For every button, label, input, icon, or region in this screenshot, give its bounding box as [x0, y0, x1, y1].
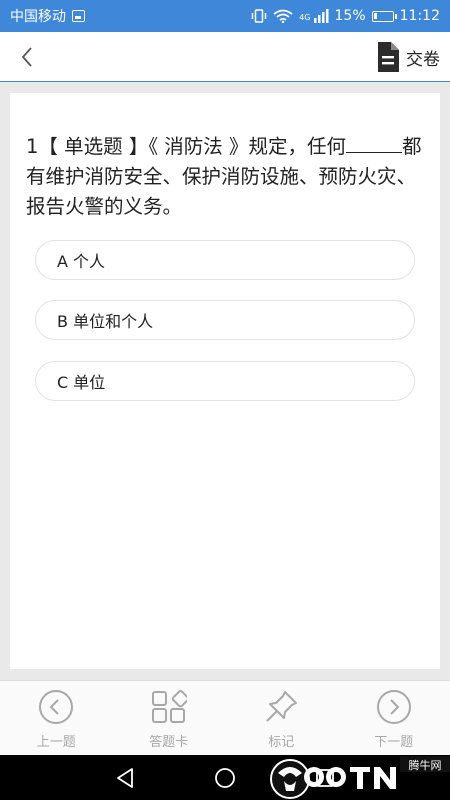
- pin-icon: [266, 691, 298, 722]
- battery-percent: 15%: [334, 8, 366, 24]
- answer-card-button[interactable]: 答题卡: [113, 681, 226, 755]
- nav-back-button[interactable]: [112, 765, 138, 791]
- mark-button[interactable]: 标记: [225, 681, 338, 755]
- document-icon: [378, 42, 399, 72]
- question-type: 【 单选题 】: [38, 135, 149, 158]
- signal-icon: [313, 9, 329, 23]
- status-left: 中国移动: [10, 6, 85, 26]
- answer-card-label: 答题卡: [149, 735, 189, 750]
- bottom-toolbar: 上一题 答题卡 标记 下一题: [0, 680, 450, 755]
- option-label: A 个人: [57, 252, 106, 271]
- triangle-back-icon: [117, 768, 133, 788]
- carrier-name: 中国移动: [10, 9, 66, 25]
- image-notification-icon: [72, 10, 85, 22]
- back-button[interactable]: [12, 42, 42, 72]
- next-question-label: 下一题: [374, 735, 414, 750]
- option-c[interactable]: C 单位: [35, 361, 415, 401]
- battery-icon: [371, 10, 397, 22]
- option-a[interactable]: A 个人: [35, 240, 415, 280]
- question-stem-start: 《 消防法 》规定，任何: [148, 135, 346, 158]
- wifi-icon: [273, 9, 293, 23]
- option-label: B 单位和个人: [57, 312, 154, 331]
- question-card: 1【 单选题 】《 消防法 》规定，任何 都有维护消防安全、保护消防设施、预防火灾…: [10, 93, 440, 669]
- question-text: 1【 单选题 】《 消防法 》规定，任何 都有维护消防安全、保护消防设施、预防火灾…: [26, 131, 426, 222]
- app-header: 交卷: [0, 32, 450, 82]
- circle-chevron-right-icon: [376, 690, 411, 724]
- nav-home-button[interactable]: [212, 765, 238, 791]
- clock-time: 11:12: [399, 8, 440, 24]
- answer-blank: [345, 131, 402, 153]
- question-number: 1: [26, 135, 39, 158]
- mark-label: 标记: [268, 735, 295, 750]
- next-question-icon-wrap: [376, 689, 412, 725]
- status-bar: 中国移动 4G 15% 11:12: [0, 0, 450, 32]
- mark-icon-wrap: [263, 689, 299, 725]
- next-question-button[interactable]: 下一题: [338, 681, 450, 755]
- network-type: 4G: [299, 13, 311, 22]
- vibrate-icon: [251, 9, 267, 23]
- system-nav-bar: 腾牛网: [0, 755, 450, 800]
- submit-exam-label: 交卷: [406, 49, 440, 70]
- option-b[interactable]: B 单位和个人: [35, 300, 415, 340]
- status-right: 4G 15% 11:12: [251, 8, 440, 24]
- prev-question-icon-wrap: [38, 689, 74, 725]
- prev-question-label: 上一题: [36, 735, 76, 750]
- grid-icon: [151, 690, 187, 723]
- submit-exam-button[interactable]: 交卷: [376, 40, 440, 74]
- prev-question-button[interactable]: 上一题: [0, 681, 113, 755]
- nav-recents-button[interactable]: [312, 765, 338, 791]
- chevron-left-icon: [21, 47, 32, 67]
- circle-chevron-left-icon: [39, 690, 74, 724]
- watermark-logo: 腾牛网: [270, 756, 450, 799]
- answer-card-icon-wrap: [151, 689, 187, 725]
- battery-fill: [373, 12, 377, 19]
- square-recents-icon: [316, 769, 334, 787]
- option-label: C 单位: [57, 373, 106, 392]
- circle-home-icon: [215, 768, 235, 788]
- svg-text:腾牛网: 腾牛网: [409, 758, 442, 772]
